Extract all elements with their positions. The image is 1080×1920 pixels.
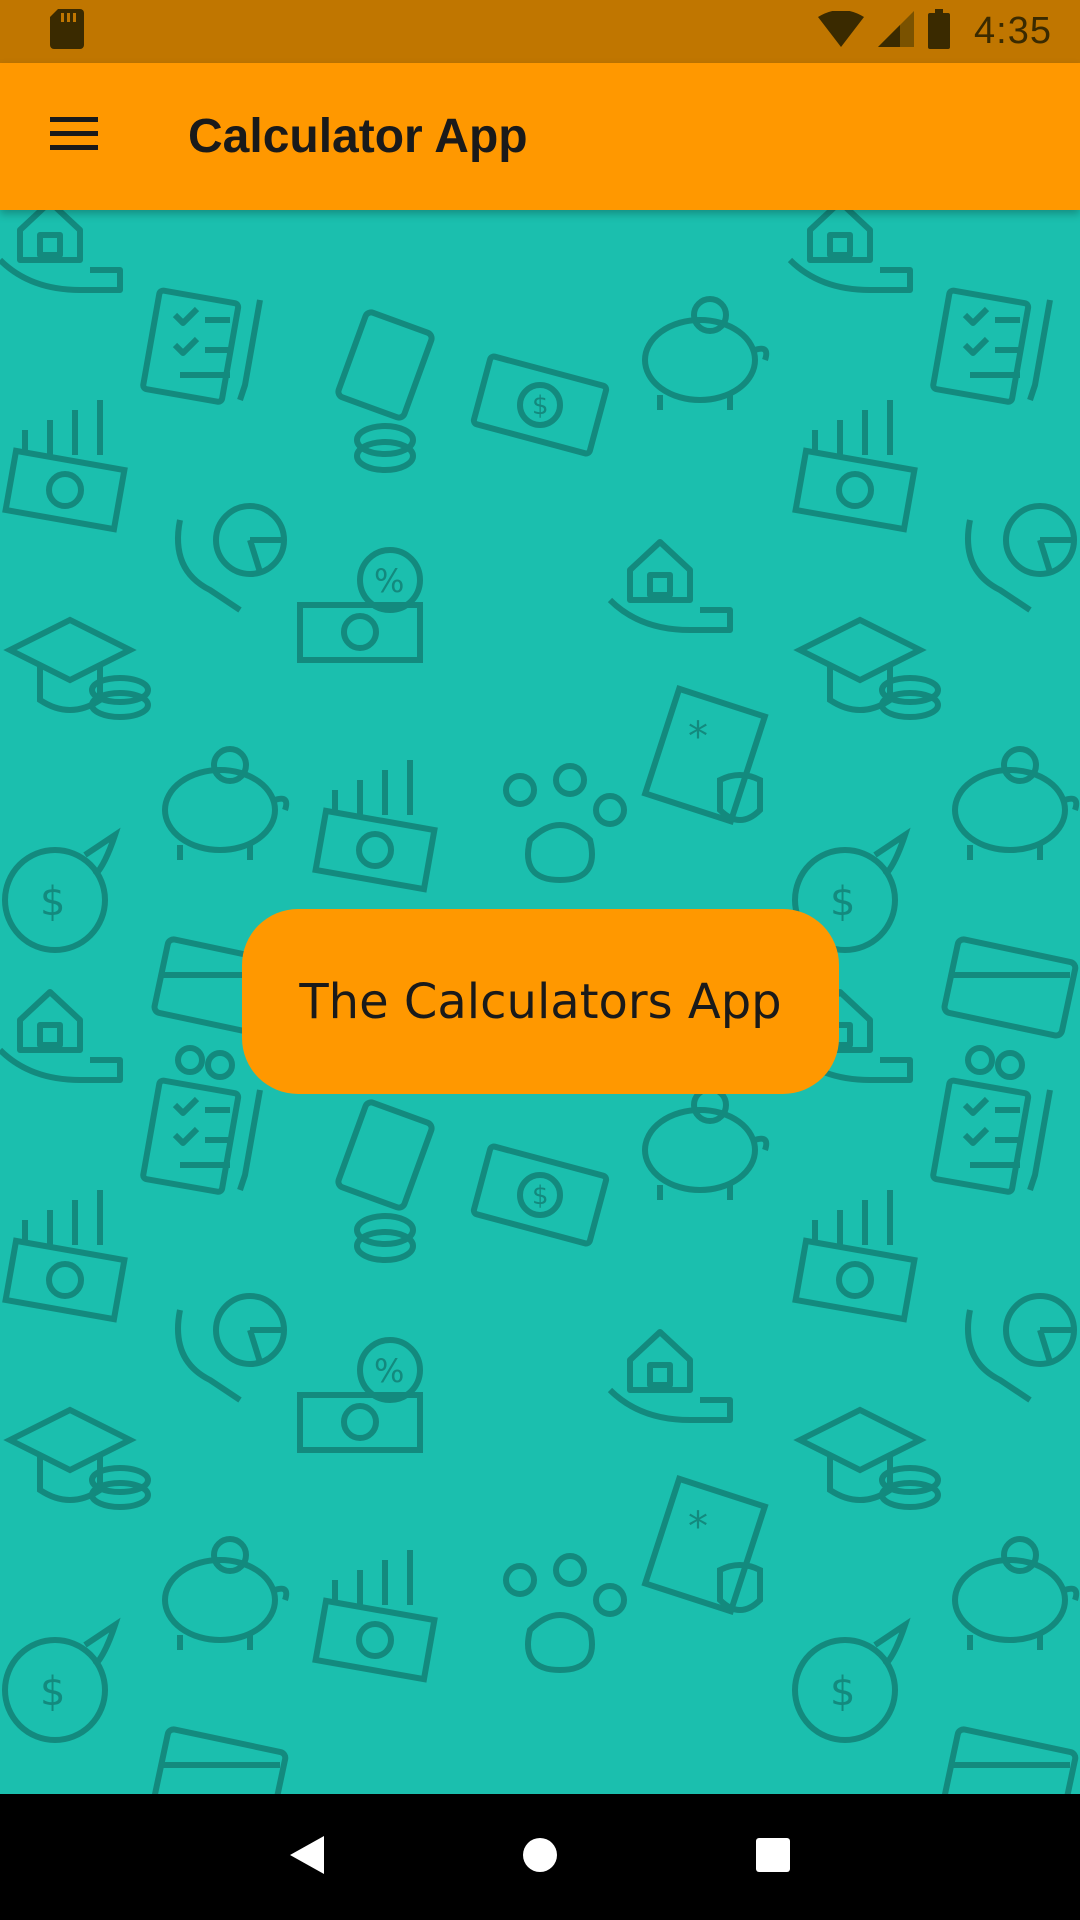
- nav-home-button[interactable]: [500, 1817, 580, 1897]
- sd-card-icon: [50, 9, 84, 54]
- wifi-icon: [818, 10, 865, 52]
- battery-icon: [928, 9, 951, 54]
- menu-button[interactable]: [24, 87, 124, 187]
- app-bar: Calculator App: [0, 63, 1080, 210]
- status-time: 4:35: [974, 10, 1052, 52]
- navigation-bar: [0, 1794, 1080, 1920]
- back-icon: [289, 1835, 324, 1879]
- calculators-app-button[interactable]: The Calculators App: [242, 909, 839, 1094]
- nav-back-button[interactable]: [267, 1817, 347, 1897]
- recents-icon: [756, 1837, 791, 1877]
- home-icon: [522, 1837, 558, 1878]
- nav-recents-button[interactable]: [733, 1817, 813, 1897]
- app-title: Calculator App: [188, 110, 528, 163]
- signal-icon: [878, 11, 915, 52]
- status-bar: 4:35: [0, 0, 1080, 63]
- menu-icon: [50, 117, 98, 156]
- screen: 4:35 Calculator App $ $ % The Calculator…: [0, 0, 1080, 1920]
